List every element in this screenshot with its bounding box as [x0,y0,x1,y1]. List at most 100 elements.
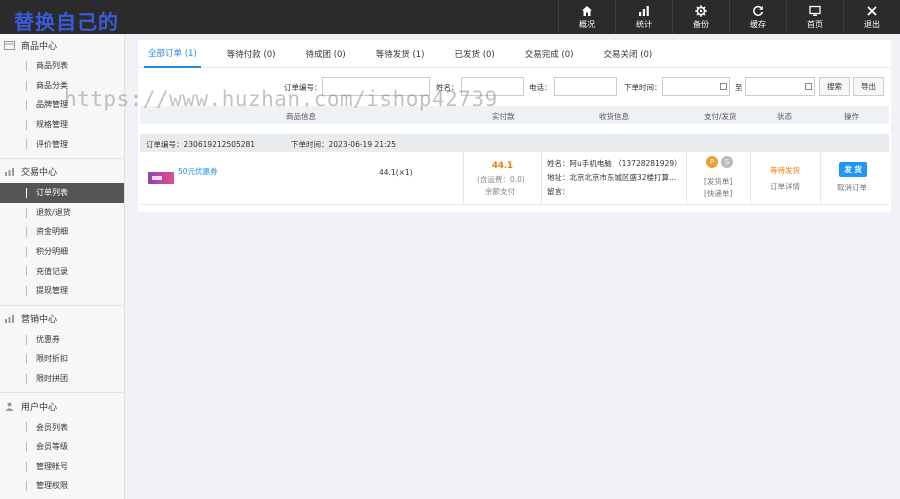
tab-awaiting-shipment[interactable]: 等待发货 (1) [372,40,429,68]
topnav-label: 退出 [864,19,880,29]
sidebar-item-recharge[interactable]: 充值记录 [0,261,124,281]
th-paid: 实付款 [492,112,515,121]
bar-chart-icon [639,5,649,16]
tab-pending-group[interactable]: 待成团 (0) [302,40,350,68]
sidebar-item-goods-category[interactable]: 商品分类 [0,76,124,96]
tab-closed[interactable]: 交易关闭 (0) [600,40,657,68]
logo-text: 替换自己的 [14,10,119,34]
sidebar-group-marketing: 营销中心 优惠券 限时折扣 限时拼团 [0,308,124,394]
order-header-row: 订单编号：230619212505281 下单时间：2023-06-19 21:… [140,134,889,152]
sidebar-group-title[interactable]: 营销中心 [0,308,124,330]
tab-all-orders[interactable]: 全部订单 (1) [144,40,201,68]
sidebar-item-discount[interactable]: 限时折扣 [0,349,124,369]
divider [820,152,821,205]
receiver-name: 姓名：阿u手机电脑 （13728281929） [547,159,682,168]
order-time-label: 下单时间： [624,83,662,92]
name-input[interactable] [461,77,524,96]
sidebar-item-review[interactable]: 评价管理 [0,134,124,154]
divider [541,152,542,205]
home-icon [582,5,592,16]
topnav-backup[interactable]: 备份 [672,0,729,34]
close-icon [867,5,877,16]
shipment-status-icon: S [721,156,733,168]
sidebar-item-refund[interactable]: 退款/退货 [0,203,124,223]
sidebar-item-groupbuy[interactable]: 限时拼团 [0,369,124,389]
topnav-cache[interactable]: 缓存 [729,0,786,34]
topnav-home[interactable]: 首页 [786,0,843,34]
express-slip-link[interactable]: [快递单] [704,188,732,199]
ship-slip-link[interactable]: [发货单] [704,176,732,187]
sidebar-group-users: 用户中心 会员列表 会员等级 管理帐号 管理权限 [0,395,124,499]
product-name-link[interactable]: 50元优惠券 [178,166,218,177]
pay-method: 余额支付 [485,187,515,196]
order-status: 等待发货 [770,166,800,175]
th-actions: 操作 [844,112,859,121]
sidebar-item-admin-permissions[interactable]: 管理权限 [0,476,124,496]
grid-icon [4,40,15,50]
paid-amount: 44.1 [492,161,513,171]
search-button[interactable]: 搜索 [819,77,850,96]
divider [750,152,751,205]
sidebar-item-order-list[interactable]: 订单列表 [0,182,124,203]
chart-icon [4,167,15,177]
price-quantity: 44.1(×1) [379,168,413,177]
tab-awaiting-payment[interactable]: 等待付款 (0) [223,40,280,68]
sidebar-item-goods-list[interactable]: 商品列表 [0,56,124,76]
th-status: 状态 [777,112,792,121]
cancel-order-link[interactable]: 取消订单 [837,182,867,193]
sidebar-item-funds[interactable]: 资金明细 [0,222,124,242]
product-thumbnail[interactable] [148,172,174,184]
topnav-logout[interactable]: 退出 [843,0,900,34]
table-header: 商品信息 实付款 收货信息 支付/发货 状态 操作 [140,106,889,124]
th-shipping-info: 收货信息 [599,112,629,121]
tab-completed[interactable]: 交易完成 (0) [521,40,578,68]
sidebar-group-title[interactable]: 交易中心 [0,161,124,183]
tab-shipped[interactable]: 已发货 (0) [451,40,499,68]
calendar-icon[interactable] [805,83,812,90]
th-pay-ship: 支付/发货 [704,112,737,121]
phone-label: 电话： [529,83,552,92]
payment-status-icon: P [706,156,718,168]
chart-icon [4,314,15,324]
order-panel: 全部订单 (1) 等待付款 (0) 待成团 (0) 等待发货 (1) 已发货 (… [138,40,891,212]
refresh-icon [753,5,764,16]
table-row: 50元优惠券 44.1(×1) 44.1 (含运费：0.0) 余额支付 姓名：阿… [140,152,889,205]
topnav-label: 概况 [579,19,595,29]
divider [686,152,687,205]
sidebar-item-spec[interactable]: 规格管理 [0,115,124,135]
sidebar-item-brand[interactable]: 品牌管理 [0,95,124,115]
sidebar-group-title[interactable]: 商品中心 [0,34,124,56]
receiver-address: 地址：北京北京市东城区盛32楼打算... [547,173,677,182]
topnav-label: 缓存 [750,19,766,29]
topnav-stats[interactable]: 统计 [615,0,672,34]
sidebar-item-member-level[interactable]: 会员等级 [0,437,124,457]
export-button[interactable]: 导出 [853,77,884,96]
ship-button[interactable]: 发 货 [839,162,867,177]
topnav-label: 统计 [636,19,652,29]
order-no-input[interactable] [322,77,430,96]
top-bar: 替换自己的 概况 统计 备份 缓存 首页 退出 [0,0,900,34]
sidebar-group-title[interactable]: 用户中心 [0,395,124,417]
sidebar-item-coupon[interactable]: 优惠券 [0,330,124,350]
order-tabs: 全部订单 (1) 等待付款 (0) 待成团 (0) 等待发货 (1) 已发货 (… [138,40,891,68]
user-icon [4,402,15,411]
sidebar-item-points[interactable]: 积分明细 [0,242,124,262]
monitor-icon [809,5,821,16]
phone-input[interactable] [554,77,617,96]
sidebar: 商品中心 商品列表 商品分类 品牌管理 规格管理 评价管理 交易中心 订单列表 … [0,34,125,499]
receiver-note: 留言： [547,187,570,196]
top-nav: 概况 统计 备份 缓存 首页 退出 [558,0,900,34]
calendar-icon[interactable] [720,83,727,90]
order-number: 订单编号：230619212505281 [146,140,256,149]
sidebar-item-members[interactable]: 会员列表 [0,417,124,437]
sidebar-item-withdraw[interactable]: 提现管理 [0,281,124,301]
sidebar-item-admin-accounts[interactable]: 管理帐号 [0,457,124,477]
order-detail-link[interactable]: 订单详情 [770,181,800,192]
th-product: 商品信息 [286,112,316,121]
gear-icon [695,4,707,17]
divider [463,152,464,205]
date-to-label: 至 [735,83,743,92]
topnav-overview[interactable]: 概况 [558,0,615,34]
shipping-fee: (含运费：0.0) [477,175,525,184]
topnav-label: 备份 [693,19,709,29]
